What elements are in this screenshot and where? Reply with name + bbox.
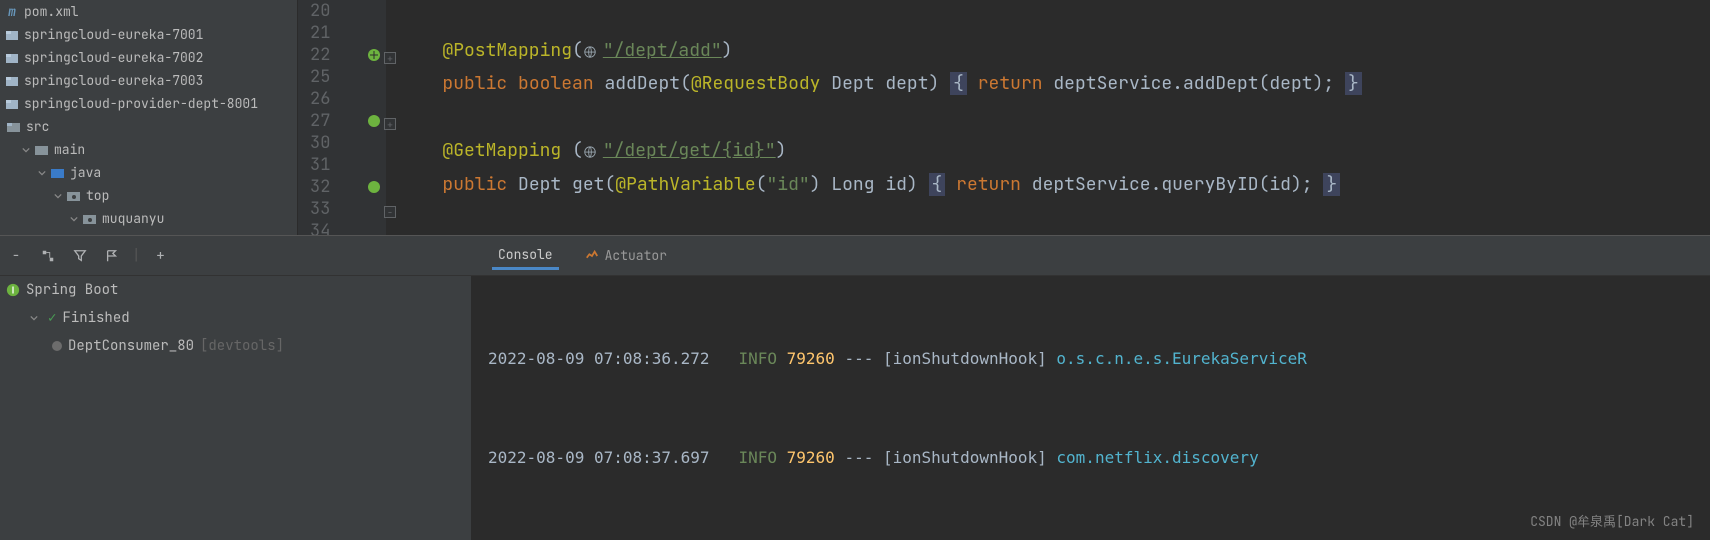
chevron-down-icon [68,215,80,223]
module-icon [4,50,20,66]
line-number: 32 [310,176,340,198]
spring-gutter-icon[interactable] [366,179,382,195]
code-editor[interactable]: 20 21 22+ 25 26 27+ 30 31 32 33− 34 @Pos… [298,0,1710,235]
module-label: springcloud-eureka-7003 [24,72,203,89]
project-tree: m pom.xml springcloud-eureka-7001 spring… [0,0,298,235]
actuator-icon [585,249,599,263]
line-number: 25 [310,66,340,88]
globe-icon[interactable] [583,142,603,162]
add-icon[interactable]: + [148,244,172,268]
package-icon [82,211,98,227]
spring-gutter-icon[interactable] [366,47,382,63]
tree-item-pkg[interactable]: top [0,184,297,207]
gutter: 20 21 22+ 25 26 27+ 30 31 32 33− 34 [298,0,386,235]
module-icon [4,96,20,112]
pkg-label: muquanyu [102,210,164,227]
tree-item-pom[interactable]: m pom.xml [0,0,297,23]
folder-label: src [26,118,49,135]
module-label: springcloud-eureka-7001 [24,26,203,43]
left-item-springboot[interactable]: Spring Boot [0,276,471,304]
line-number: 26 [310,88,340,110]
line-number: 22 [310,44,340,66]
left-item-finished[interactable]: ✓ Finished [0,304,471,332]
chevron-down-icon [52,192,64,200]
globe-icon[interactable] [583,42,603,62]
module-icon [4,73,20,89]
module-icon [4,27,20,43]
line-number: 27 [310,110,340,132]
folder-label: java [70,164,101,181]
package-icon [66,188,82,204]
line-number: 34 [310,220,340,235]
tab-console[interactable]: Console [492,242,559,270]
module-label: springcloud-provider-dept-8001 [24,95,258,112]
bottom-panel: − | + Console Actuator Spring Boot [0,235,1710,540]
tab-actuator[interactable]: Actuator [579,243,673,268]
tree-item-module[interactable]: springcloud-eureka-7002 [0,46,297,69]
funnel-icon[interactable] [68,244,92,268]
line-number: 30 [310,132,340,154]
check-icon: ✓ [48,309,56,327]
tree-item-pkg[interactable]: muquanyu [0,207,297,230]
status-dot-icon [52,341,62,351]
line-number: 21 [310,22,340,44]
chevron-down-icon [36,169,48,177]
fold-icon[interactable]: − [384,206,396,218]
minus-icon[interactable]: − [4,244,28,268]
line-number: 33 [310,198,340,220]
fold-icon[interactable]: + [384,52,396,64]
tree-item-module[interactable]: springcloud-eureka-7003 [0,69,297,92]
code-content[interactable]: @PostMapping("/dept/add") public boolean… [386,0,1710,235]
console-output[interactable]: 2022-08-09 07:08:36.272 INFO 79260 --- [… [472,276,1710,540]
folder-label: main [54,141,85,158]
chevron-down-icon [20,146,32,154]
tree-item-java[interactable]: java [0,161,297,184]
spring-boot-icon [6,283,20,297]
tree-item-module[interactable]: springcloud-provider-dept-8001 [0,92,297,115]
folder-icon [34,142,50,158]
graph-icon[interactable] [36,244,60,268]
spring-gutter-icon[interactable] [366,113,382,129]
folder-icon [6,119,22,135]
tree-item-main[interactable]: main [0,138,297,161]
module-label: springcloud-eureka-7002 [24,49,203,66]
source-folder-icon [50,165,66,181]
tree-item-src[interactable]: src [0,115,297,138]
left-item-app[interactable]: DeptConsumer_80 [devtools] [0,332,471,360]
file-label: pom.xml [24,3,79,20]
watermark: CSDN @牟泉禹[Dark Cat] [1530,511,1694,530]
chevron-down-icon [28,314,40,322]
line-number: 20 [310,0,340,22]
flag-icon[interactable] [100,244,124,268]
tree-item-module[interactable]: springcloud-eureka-7001 [0,23,297,46]
line-number: 31 [310,154,340,176]
run-services: Spring Boot ✓ Finished DeptConsumer_80 [… [0,276,472,540]
fold-icon[interactable]: + [384,118,396,130]
pkg-label: top [86,187,109,204]
xml-file-icon: m [4,4,20,20]
